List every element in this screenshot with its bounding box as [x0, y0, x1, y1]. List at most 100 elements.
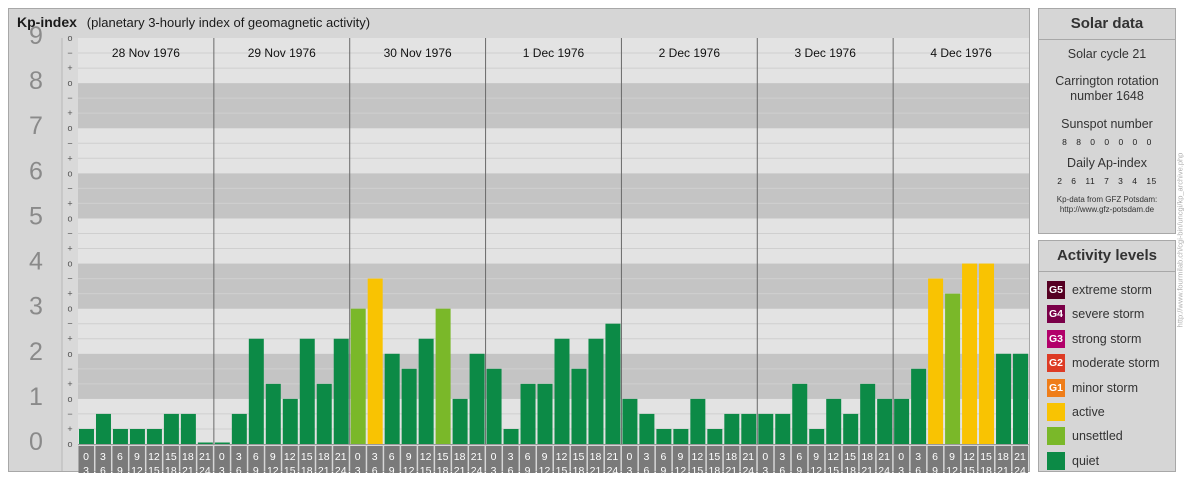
hour-start-label: 21: [878, 451, 890, 463]
activity-levels-panel: Activity levels G5 extreme storm G4 severe …: [1038, 240, 1176, 472]
y-minor-label: −: [67, 228, 72, 238]
hour-end-label: 15: [827, 465, 839, 473]
kp-bar: [809, 428, 825, 444]
hour-start-label: 6: [525, 451, 531, 463]
hour-start-label: 12: [827, 451, 839, 463]
source-link[interactable]: http://www.gfz-potsdam.de: [1039, 205, 1175, 215]
kp-bar: [928, 278, 944, 444]
kp-bar: [554, 338, 570, 444]
legend-swatch: G2: [1047, 354, 1065, 373]
y-minor-label: o: [67, 168, 72, 178]
y-minor-label: −: [67, 364, 72, 374]
legend-label: minor storm: [1072, 380, 1138, 395]
kp-bar: [843, 413, 859, 444]
hour-start-label: 15: [573, 451, 585, 463]
hour-end-label: 6: [508, 465, 514, 473]
hour-end-label: 15: [148, 465, 160, 473]
kp-bar: [826, 398, 842, 444]
hour-end-label: 21: [725, 465, 737, 473]
hour-start-label: 9: [542, 451, 548, 463]
hour-start-label: 6: [796, 451, 802, 463]
hour-start-label: 21: [607, 451, 619, 463]
kp-bar: [639, 413, 655, 444]
kp-band: [78, 353, 1029, 399]
y-minor-label: o: [67, 213, 72, 223]
hour-end-label: 18: [980, 465, 992, 473]
ap-label: Daily Ap-index: [1067, 156, 1147, 170]
legend-swatch: [1047, 451, 1065, 470]
legend-item-minor-storm: G1 minor storm: [1039, 376, 1175, 400]
hour-end-label: 12: [810, 465, 822, 473]
legend-label: strong storm: [1072, 331, 1142, 346]
hour-end-label: 15: [420, 465, 432, 473]
y-minor-label: +: [67, 198, 72, 208]
credit-url[interactable]: http://www.fourmilab.ch/cgi-bin/uncgi/kp…: [1176, 153, 1184, 328]
kp-bar: [792, 383, 808, 444]
hour-start-label: 3: [779, 451, 785, 463]
kp-bar: [503, 428, 519, 444]
kp-bar: [571, 368, 587, 444]
hour-start-label: 15: [980, 451, 992, 463]
y-minor-label: +: [67, 334, 72, 344]
hour-start-label: 0: [219, 451, 225, 463]
hour-end-label: 12: [267, 465, 279, 473]
hour-end-label: 6: [236, 465, 242, 473]
hour-end-label: 18: [437, 465, 449, 473]
kp-bar: [945, 293, 961, 444]
hour-start-label: 3: [508, 451, 514, 463]
kp-bar: [894, 398, 910, 444]
y-axis-label: 9: [29, 22, 43, 50]
source-line1: Kp-data from GFZ Potsdam:: [1056, 195, 1158, 204]
legend-label: quiet: [1072, 453, 1100, 468]
hour-start-label: 3: [100, 451, 106, 463]
hour-end-label: 9: [932, 465, 938, 473]
hour-start-label: 0: [355, 451, 361, 463]
kp-bar: [486, 368, 502, 444]
kp-bar: [435, 308, 451, 444]
kp-bar: [537, 383, 553, 444]
hour-start-label: 6: [932, 451, 938, 463]
kp-bar: [911, 368, 927, 444]
hour-end-label: 12: [403, 465, 415, 473]
hour-end-label: 6: [915, 465, 921, 473]
y-minor-label: o: [67, 78, 72, 88]
y-axis-label: 7: [29, 112, 43, 140]
hour-start-label: 18: [997, 451, 1009, 463]
hour-start-label: 12: [556, 451, 568, 463]
kp-bar: [588, 338, 604, 444]
hour-end-label: 18: [844, 465, 856, 473]
hour-end-label: 21: [997, 465, 1009, 473]
kp-bar: [384, 353, 400, 444]
hour-end-label: 3: [219, 465, 225, 473]
kp-bar: [605, 323, 621, 444]
carrington-line2: number 1648: [1070, 89, 1144, 103]
hour-start-label: 9: [949, 451, 955, 463]
hour-end-label: 24: [742, 465, 754, 473]
day-label: 3 Dec 1976: [795, 46, 857, 60]
y-axis-label: 0: [29, 428, 43, 456]
hour-start-label: 3: [643, 451, 649, 463]
y-axis-label: 3: [29, 293, 43, 321]
hour-start-label: 9: [134, 451, 140, 463]
legend-swatch: G4: [1047, 305, 1065, 324]
hour-start-label: 3: [372, 451, 378, 463]
kp-bar: [469, 353, 485, 444]
kp-bar: [95, 413, 111, 444]
kp-bar: [622, 398, 638, 444]
hour-end-label: 3: [762, 465, 768, 473]
hour-start-label: 15: [844, 451, 856, 463]
hour-start-label: 9: [677, 451, 683, 463]
kp-bar: [656, 428, 672, 444]
kp-bar: [367, 278, 383, 444]
kp-bar: [690, 398, 706, 444]
hour-end-label: 24: [335, 465, 347, 473]
kp-bar: [248, 338, 264, 444]
kp-bar: [333, 338, 349, 444]
hour-end-label: 12: [946, 465, 958, 473]
day-label: 30 Nov 1976: [384, 46, 452, 60]
hour-start-label: 21: [742, 451, 754, 463]
hour-start-label: 18: [725, 451, 737, 463]
legend-item-moderate-storm: G2 moderate storm: [1039, 351, 1175, 375]
hour-end-label: 6: [779, 465, 785, 473]
y-minor-label: o: [67, 123, 72, 133]
